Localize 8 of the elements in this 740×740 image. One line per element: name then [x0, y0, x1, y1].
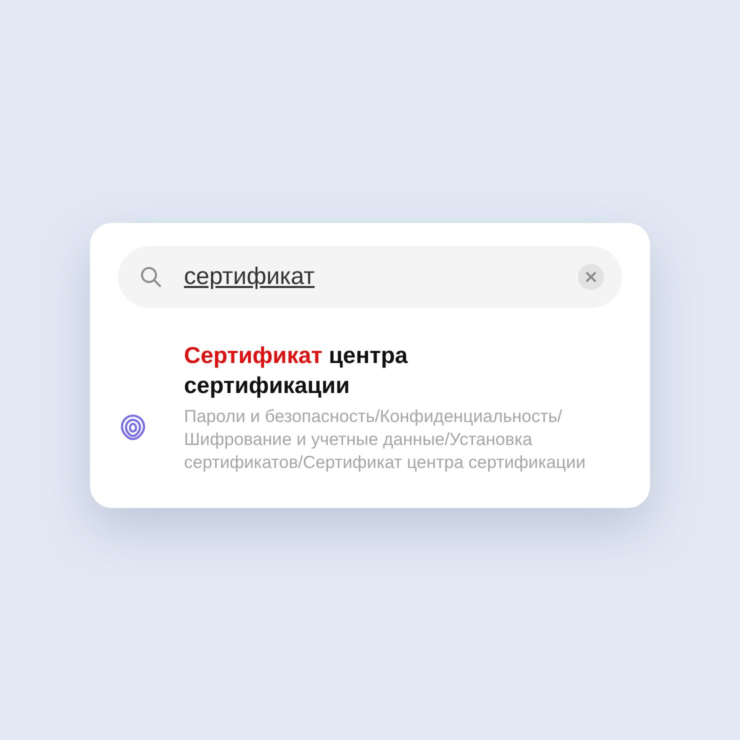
search-icon	[140, 266, 162, 288]
search-field[interactable]: сертификат	[118, 246, 622, 308]
result-title[interactable]: Сертификат центра сертификации	[184, 340, 464, 400]
result-path: Пароли и безопасность/Конфиденциальность/ Шифрование и учетные данные/Установка сертификатов/Сертификат центра сертификации	[184, 404, 587, 474]
search-input[interactable]: сертификат	[184, 262, 578, 290]
clear-button[interactable]	[578, 264, 604, 290]
close-icon	[586, 272, 596, 282]
fingerprint-icon	[120, 412, 146, 440]
